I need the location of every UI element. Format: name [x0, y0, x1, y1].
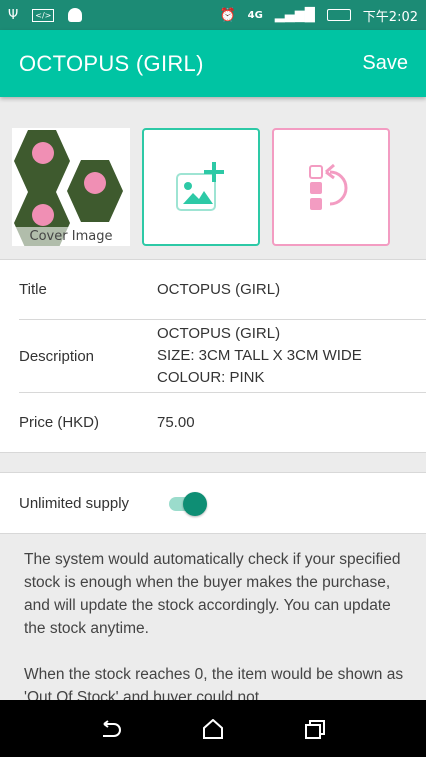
item-fields: Title OCTOPUS (GIRL) Description OCTOPUS…	[0, 259, 426, 453]
description-line: SIZE: 3CM TALL X 3CM WIDE	[157, 347, 362, 364]
cover-image-label: Cover Image	[12, 227, 130, 246]
debug-icon: </>	[32, 8, 55, 22]
signal-icon: ▂▄▆█	[274, 7, 315, 23]
field-label: Title	[19, 281, 47, 298]
price-field[interactable]: Price (HKD) 75.00	[0, 393, 426, 452]
usb-icon: Ψ	[8, 7, 19, 23]
add-image-icon	[176, 162, 224, 211]
title-field[interactable]: Title OCTOPUS (GIRL)	[0, 260, 426, 319]
image-tiles: Cover Image	[12, 128, 390, 246]
back-icon[interactable]	[100, 719, 122, 738]
unlimited-supply-label: Unlimited supply	[19, 494, 130, 512]
field-label: Price (HKD)	[19, 414, 100, 431]
reorder-icon	[309, 163, 348, 210]
reorder-images-button[interactable]	[272, 128, 390, 246]
supply-section: Unlimited supply	[0, 472, 426, 534]
clock: 下午2:02	[362, 9, 418, 25]
save-button[interactable]: Save	[362, 52, 408, 75]
info-paragraph: The system would automatically check if …	[24, 551, 401, 637]
recents-icon[interactable]	[304, 719, 326, 739]
cover-image[interactable]: Cover Image	[12, 128, 130, 246]
price-value: 75.00	[157, 413, 195, 431]
navigation-bar	[0, 700, 426, 757]
description-line: OCTOPUS (GIRL)	[157, 325, 281, 342]
description-field[interactable]: Description OCTOPUS (GIRL) SIZE: 3CM TAL…	[0, 320, 426, 392]
android-icon	[68, 8, 83, 22]
page-title: OCTOPUS (GIRL)	[19, 50, 204, 76]
unlimited-supply-toggle[interactable]	[167, 491, 207, 516]
4g-icon: 4G	[247, 9, 263, 21]
battery-charging-icon	[326, 9, 351, 21]
description-line: COLOUR: PINK	[157, 369, 265, 386]
title-value: OCTOPUS (GIRL)	[157, 280, 281, 298]
app-bar: OCTOPUS (GIRL) Save	[0, 30, 426, 97]
field-label: Description	[19, 347, 95, 365]
status-bar: Ψ </> ⏰ 4G ▂▄▆█ 下午2:02	[0, 0, 426, 30]
add-image-button[interactable]	[142, 128, 260, 246]
description-value: OCTOPUS (GIRL) SIZE: 3CM TALL X 3CM WIDE…	[157, 323, 426, 389]
alarm-icon: ⏰	[219, 7, 236, 23]
home-icon[interactable]	[202, 718, 224, 739]
